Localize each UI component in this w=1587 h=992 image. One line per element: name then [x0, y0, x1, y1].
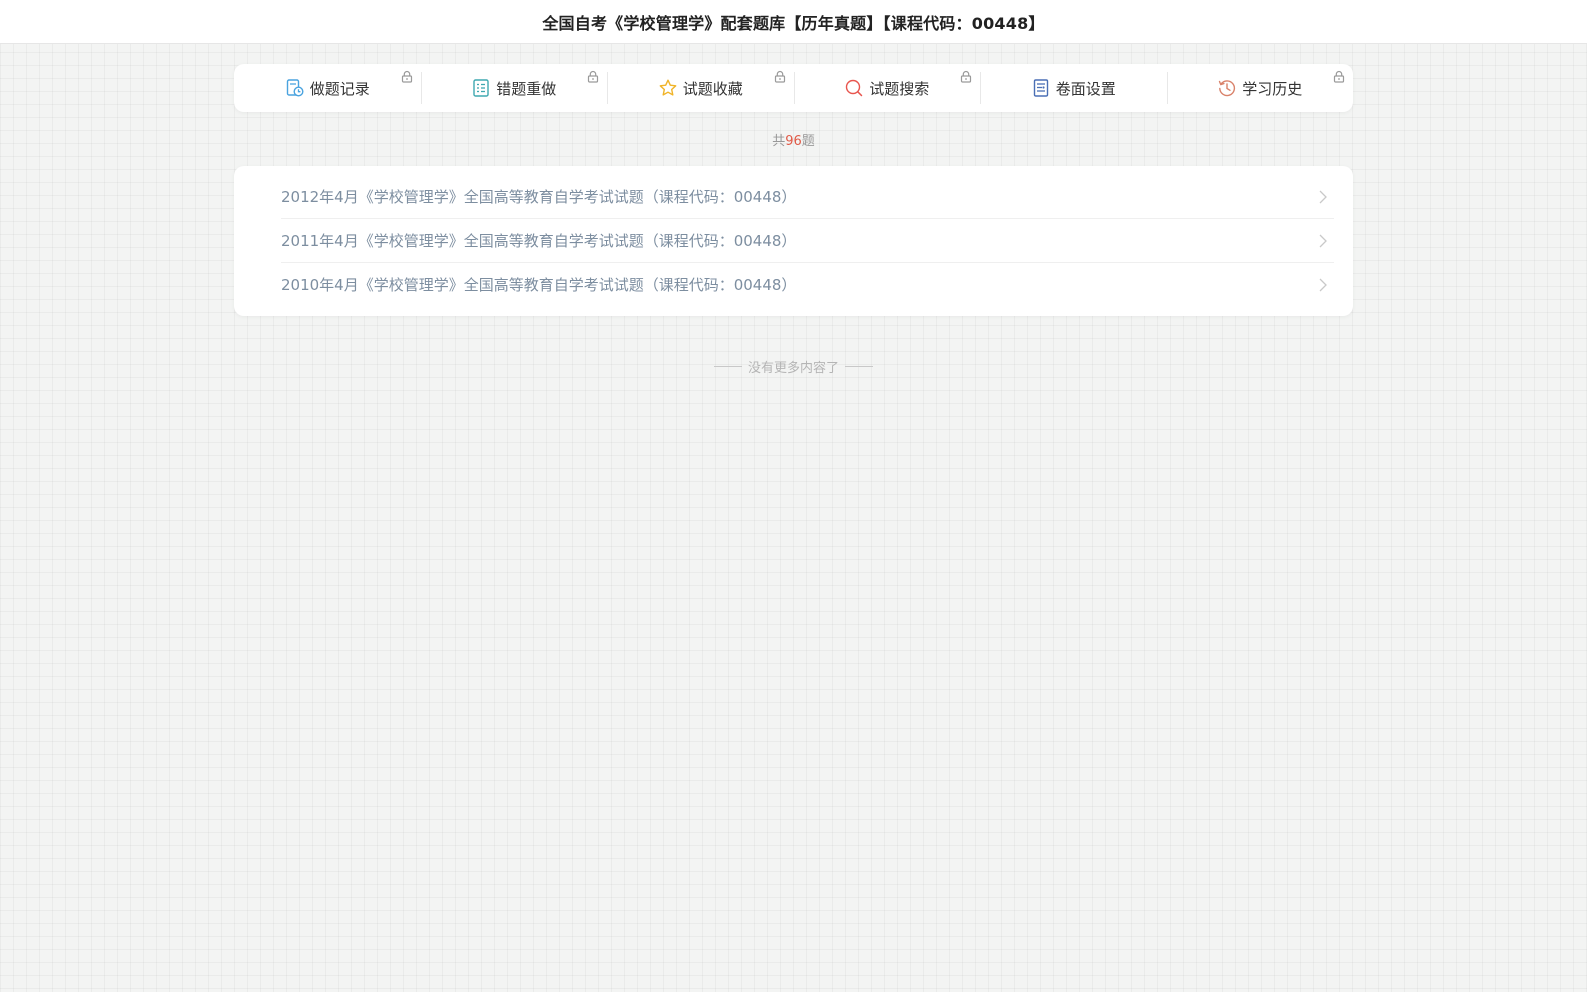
toolbar-item-study-history[interactable]: 学习历史	[1166, 64, 1354, 112]
page-title: 全国自考《学校管理学》配套题库【历年真题】【课程代码：00448】	[542, 13, 1045, 33]
divider-line	[845, 366, 873, 367]
no-more-text: 没有更多内容了	[747, 361, 839, 376]
paper-title: 2011年4月《学校管理学》全国高等教育自学考试试题（课程代码：00448）	[281, 232, 797, 250]
redo-list-icon	[471, 78, 491, 98]
toolbar-item-label: 试题搜索	[869, 79, 930, 98]
chevron-right-icon	[1319, 278, 1327, 291]
lock-icon	[1333, 70, 1345, 83]
count-suffix: 题	[801, 134, 815, 149]
chevron-right-icon	[1319, 234, 1327, 247]
toolbar-item-label: 做题记录	[309, 79, 370, 98]
lock-icon	[960, 70, 972, 83]
history-icon	[1217, 78, 1237, 98]
toolbar-item-label: 试题收藏	[682, 79, 743, 98]
function-toolbar: 做题记录 错题重做 试题收藏 试题搜索 卷面设置 学习历史	[234, 64, 1353, 112]
paper-title: 2012年4月《学校管理学》全国高等教育自学考试试题（课程代码：00448）	[281, 188, 797, 206]
settings-doc-icon	[1031, 78, 1051, 98]
divider-line	[713, 366, 742, 367]
record-icon	[285, 78, 305, 98]
top-header: 全国自考《学校管理学》配套题库【历年真题】【课程代码：00448】	[0, 0, 1587, 44]
chevron-right-icon	[1319, 190, 1327, 203]
paper-title: 2010年4月《学校管理学》全国高等教育自学考试试题（课程代码：00448）	[281, 276, 797, 294]
no-more-content: 没有更多内容了	[0, 357, 1587, 376]
list-item[interactable]: 2012年4月《学校管理学》全国高等教育自学考试试题（课程代码：00448）	[281, 175, 1334, 218]
toolbar-item-label: 卷面设置	[1055, 79, 1116, 98]
lock-icon	[774, 70, 785, 83]
count-prefix: 共	[772, 134, 786, 149]
toolbar-item-practice-record[interactable]: 做题记录	[234, 64, 421, 112]
toolbar-item-label: 学习历史	[1242, 79, 1303, 98]
list-item[interactable]: 2011年4月《学校管理学》全国高等教育自学考试试题（课程代码：00448）	[281, 219, 1334, 262]
toolbar-item-wrong-redo[interactable]: 错题重做	[420, 64, 608, 112]
toolbar-item-favorites[interactable]: 试题收藏	[607, 64, 794, 112]
lock-icon	[401, 70, 412, 83]
toolbar-item-paper-settings[interactable]: 卷面设置	[980, 64, 1167, 112]
paper-list: 2012年4月《学校管理学》全国高等教育自学考试试题（课程代码：00448） 2…	[234, 166, 1353, 316]
toolbar-item-search[interactable]: 试题搜索	[793, 64, 981, 112]
count-number: 96	[785, 134, 802, 149]
toolbar-item-label: 错题重做	[496, 79, 557, 98]
list-item[interactable]: 2010年4月《学校管理学》全国高等教育自学考试试题（课程代码：00448）	[281, 263, 1334, 306]
search-icon	[844, 78, 864, 98]
question-count: 共96题	[0, 130, 1587, 149]
star-icon	[658, 78, 678, 98]
lock-icon	[587, 70, 599, 83]
